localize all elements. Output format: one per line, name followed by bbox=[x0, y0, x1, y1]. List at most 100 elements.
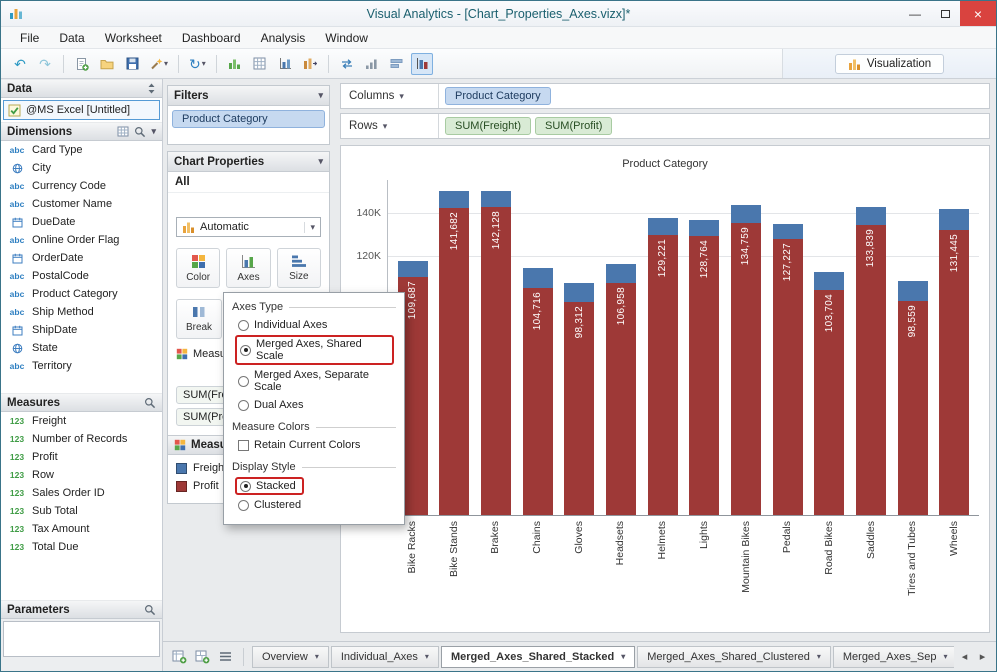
dimension-item-product-category[interactable]: abc Product Category bbox=[1, 285, 162, 303]
dimension-item-postalcode[interactable]: abc PostalCode bbox=[1, 267, 162, 285]
dimension-item-customer-name[interactable]: abc Customer Name bbox=[1, 195, 162, 213]
measure-item-number-of-records[interactable]: 123 Number of Records bbox=[1, 430, 162, 448]
dimension-item-currency-code[interactable]: abc Currency Code bbox=[1, 177, 162, 195]
maximize-button[interactable] bbox=[930, 1, 960, 26]
measure-item-tax-amount[interactable]: 123 Tax Amount bbox=[1, 520, 162, 538]
new-worksheet-icon[interactable] bbox=[71, 53, 93, 75]
chevron-down-icon[interactable]: ▾ bbox=[817, 652, 821, 661]
bar-helmets[interactable]: 129,221 bbox=[647, 217, 678, 515]
bar-bike-stands[interactable]: 141,682 bbox=[439, 191, 470, 515]
search-icon[interactable] bbox=[144, 604, 156, 616]
bar-saddles[interactable]: 133,839 bbox=[855, 207, 886, 515]
open-workbook-icon[interactable] bbox=[96, 53, 118, 75]
sheet-tab-merged-axes-shared-stacked[interactable]: Merged_Axes_Shared_Stacked ▾ bbox=[440, 645, 636, 668]
auto-chart-wand-icon[interactable]: ▾ bbox=[146, 53, 171, 75]
bar-tires-and-tubes[interactable]: 98,559 bbox=[897, 281, 928, 515]
dimension-item-online-order-flag[interactable]: abc Online Order Flag bbox=[1, 231, 162, 249]
menu-item-data[interactable]: Data bbox=[50, 29, 93, 47]
refresh-data-icon[interactable]: ↻ ▾ bbox=[186, 53, 209, 75]
radio-stacked[interactable]: Stacked bbox=[232, 476, 396, 496]
chevron-down-icon[interactable]: ▾ bbox=[943, 652, 947, 661]
dimension-item-duedate[interactable]: DueDate bbox=[1, 213, 162, 231]
rows-shelf-label[interactable]: Rows ▾ bbox=[341, 114, 439, 138]
filter-pill-product-category[interactable]: Product Category bbox=[172, 110, 325, 128]
redo-icon[interactable]: ↷ bbox=[34, 53, 56, 75]
columns-shelf-label[interactable]: Columns ▾ bbox=[341, 84, 439, 108]
dimension-item-ship-method[interactable]: abc Ship Method bbox=[1, 303, 162, 321]
save-icon[interactable] bbox=[121, 53, 143, 75]
break-button[interactable]: Break bbox=[176, 299, 222, 339]
radio-control[interactable] bbox=[240, 344, 251, 356]
scroll-tabs-right-button[interactable]: ▸ bbox=[975, 647, 990, 667]
chart-type-icon[interactable] bbox=[274, 53, 296, 75]
checkbox-retain-current-colors[interactable]: Retain Current Colors bbox=[232, 436, 396, 454]
chevron-down-icon[interactable]: ▾ bbox=[151, 126, 156, 137]
radio-clustered[interactable]: Clustered bbox=[232, 496, 396, 514]
menu-item-file[interactable]: File bbox=[11, 29, 48, 47]
minimize-button[interactable]: — bbox=[900, 1, 930, 26]
sheet-tab-merged-axes-shared-clustered[interactable]: Merged_Axes_Shared_Clustered ▾ bbox=[637, 645, 831, 668]
radio-control[interactable] bbox=[238, 319, 249, 331]
dimension-item-card-type[interactable]: abc Card Type bbox=[1, 141, 162, 159]
bar-mountain-bikes[interactable]: 134,759 bbox=[730, 204, 761, 515]
menu-item-dashboard[interactable]: Dashboard bbox=[173, 29, 250, 47]
search-icon[interactable] bbox=[144, 397, 156, 409]
fit-rows-icon[interactable] bbox=[386, 53, 408, 75]
shelf-pill-sum-profit[interactable]: SUM(Profit) bbox=[535, 117, 613, 135]
chart-properties-header[interactable]: Chart Properties ▾ bbox=[168, 152, 329, 172]
measure-item-row[interactable]: 123 Row bbox=[1, 466, 162, 484]
menu-item-window[interactable]: Window bbox=[316, 29, 377, 47]
sheet-tab-overview[interactable]: Overview ▾ bbox=[252, 645, 329, 668]
chevron-down-icon[interactable]: ▾ bbox=[315, 652, 319, 661]
measure-item-sub-total[interactable]: 123 Sub Total bbox=[1, 502, 162, 520]
axes-button[interactable]: Axes bbox=[226, 248, 271, 288]
dimension-item-territory[interactable]: abc Territory bbox=[1, 357, 162, 375]
add-chart-icon[interactable] bbox=[224, 53, 246, 75]
menu-item-worksheet[interactable]: Worksheet bbox=[96, 29, 171, 47]
visualization-toggle[interactable]: Visualization bbox=[834, 53, 945, 74]
size-button[interactable]: Size bbox=[276, 248, 321, 288]
sheet-tab-merged-axes-sep[interactable]: Merged_Axes_Sep ▾ bbox=[832, 645, 954, 668]
radio-dual-axes[interactable]: Dual Axes bbox=[232, 396, 396, 414]
new-dashboard-tab-button[interactable] bbox=[192, 647, 212, 667]
shelf-pill-product-category[interactable]: Product Category bbox=[445, 87, 551, 105]
dimension-item-shipdate[interactable]: ShipDate bbox=[1, 321, 162, 339]
color-button[interactable]: Color bbox=[176, 248, 221, 288]
bar-road-bikes[interactable]: 103,704 bbox=[814, 272, 845, 515]
table-view-icon[interactable] bbox=[117, 126, 129, 137]
measure-item-freight[interactable]: 123 Freight bbox=[1, 412, 162, 430]
chevron-down-icon[interactable]: ▾ bbox=[425, 652, 429, 661]
bar-pedals[interactable]: 127,227 bbox=[772, 224, 803, 515]
radio-control[interactable] bbox=[238, 399, 249, 411]
filters-header[interactable]: Filters ▾ bbox=[168, 86, 329, 106]
dimension-item-orderdate[interactable]: OrderDate bbox=[1, 249, 162, 267]
radio-control[interactable] bbox=[240, 480, 251, 492]
close-button[interactable]: × bbox=[960, 1, 996, 26]
datasource-item[interactable]: @MS Excel [Untitled] bbox=[3, 100, 160, 120]
radio-merged-axes-shared-scale[interactable]: Merged Axes, Shared Scale bbox=[232, 334, 396, 366]
sort-ascending-icon[interactable] bbox=[361, 53, 383, 75]
shelf-pill-sum-freight[interactable]: SUM(Freight) bbox=[445, 117, 532, 135]
measure-item-sales-order-id[interactable]: 123 Sales Order ID bbox=[1, 484, 162, 502]
radio-control[interactable] bbox=[238, 499, 249, 511]
bar-wheels[interactable]: 131,445 bbox=[939, 209, 970, 515]
chart-data-icon[interactable] bbox=[299, 53, 321, 75]
radio-individual-axes[interactable]: Individual Axes bbox=[232, 316, 396, 334]
measure-item-total-due[interactable]: 123 Total Due bbox=[1, 538, 162, 556]
dimension-item-city[interactable]: City bbox=[1, 159, 162, 177]
dimension-item-state[interactable]: State bbox=[1, 339, 162, 357]
bar-lights[interactable]: 128,764 bbox=[689, 220, 720, 515]
merged-axes-toggle-icon[interactable] bbox=[410, 52, 433, 75]
sort-fields-icon[interactable] bbox=[147, 83, 156, 94]
bar-chains[interactable]: 104,716 bbox=[522, 268, 553, 515]
radio-control[interactable] bbox=[238, 375, 249, 387]
sheet-list-button[interactable] bbox=[215, 647, 235, 667]
measure-item-profit[interactable]: 123 Profit bbox=[1, 448, 162, 466]
radio-merged-axes-separate-scale[interactable]: Merged Axes, Separate Scale bbox=[232, 366, 396, 396]
search-icon[interactable] bbox=[134, 126, 146, 138]
new-worksheet-tab-button[interactable] bbox=[169, 647, 189, 667]
scroll-tabs-left-button[interactable]: ◂ bbox=[957, 647, 972, 667]
style-dropdown[interactable]: Automatic ▾ bbox=[176, 217, 321, 237]
bar-brakes[interactable]: 142,128 bbox=[481, 191, 512, 515]
sheet-tab-individual-axes[interactable]: Individual_Axes ▾ bbox=[330, 645, 439, 668]
